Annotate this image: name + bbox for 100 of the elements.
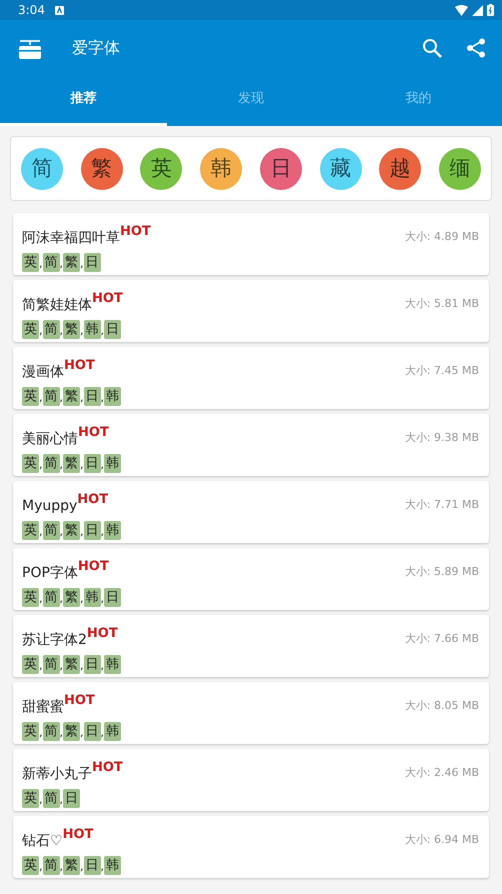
tag-separator: , (100, 524, 104, 540)
wifi-icon (455, 4, 468, 16)
language-tag: 日 (84, 722, 100, 741)
tag-separator: , (80, 456, 84, 472)
tag-separator: , (39, 322, 42, 338)
language-tag: 日 (63, 789, 80, 808)
language-button[interactable]: 日 (260, 148, 302, 190)
status-time: 3:04 (18, 2, 45, 19)
language-tag: 英 (22, 454, 39, 473)
language-tag: 简 (42, 722, 60, 741)
tab[interactable]: 推荐 (0, 75, 168, 126)
tag-separator: , (60, 590, 63, 606)
file-size: 大小: 8.05 MB (404, 698, 479, 714)
language-tag: 繁 (63, 722, 80, 741)
tag-separator: , (100, 322, 104, 338)
battery-icon (487, 4, 494, 16)
language-tag: 英 (22, 588, 39, 607)
tag-separator: , (80, 658, 84, 674)
tag-separator: , (60, 792, 63, 808)
language-tag: 韩 (104, 655, 121, 674)
language-tag: 韩 (84, 320, 100, 339)
language-tag: 日 (104, 320, 121, 339)
file-size: 大小: 5.81 MB (404, 296, 479, 312)
language-tag: 韩 (84, 588, 100, 607)
language-tag: 日 (84, 521, 100, 540)
tag-separator: , (60, 524, 63, 540)
language-tag: 简 (42, 789, 60, 808)
language-button[interactable]: 韩 (200, 148, 242, 190)
language-tag: 日 (84, 253, 100, 272)
language-button[interactable]: 藏 (320, 148, 362, 190)
language-tag: 英 (22, 320, 39, 339)
app-title: 爱字体 (72, 36, 120, 58)
tag-separator: , (39, 792, 42, 808)
file-size: 大小: 7.66 MB (404, 631, 479, 647)
tag-separator: , (60, 456, 63, 472)
language-tag: 简 (42, 655, 60, 674)
file-size: 大小: 2.46 MB (404, 765, 479, 781)
tag-separator: , (80, 724, 84, 740)
search-icon[interactable] (422, 38, 442, 58)
language-tag: 英 (22, 722, 39, 741)
file-size: 大小: 6.94 MB (404, 832, 479, 848)
language-button[interactable]: 繁 (80, 148, 123, 190)
language-tag: 英 (22, 253, 39, 272)
language-button[interactable]: 简 (21, 148, 63, 190)
tag-separator: , (60, 858, 63, 874)
language-tag: 繁 (63, 588, 80, 607)
tag-separator: , (39, 524, 42, 540)
language-tag: 繁 (63, 320, 80, 339)
file-size: 大小: 5.89 MB (404, 564, 479, 580)
language-tag: 简 (42, 521, 60, 540)
tag-separator: , (100, 858, 104, 874)
tag-separator: , (60, 390, 63, 406)
language-tag: 繁 (63, 521, 80, 540)
tag-separator: , (100, 724, 104, 740)
tag-separator: , (80, 322, 84, 338)
language-button[interactable]: 缅 (438, 148, 481, 190)
language-button[interactable]: 英 (140, 148, 182, 190)
tag-separator: , (60, 256, 63, 272)
tag-separator: , (39, 256, 42, 272)
language-tag: 繁 (63, 655, 80, 674)
tag-separator: , (39, 590, 42, 606)
language-button[interactable]: 越 (379, 148, 422, 190)
tag-separator: , (39, 724, 42, 740)
language-tag: 英 (22, 387, 39, 406)
language-tag: 繁 (63, 253, 80, 272)
language-tag: 英 (22, 655, 39, 674)
file-size: 大小: 7.45 MB (404, 363, 479, 379)
language-tag: 韩 (104, 722, 121, 741)
language-tag: 日 (84, 655, 100, 674)
tag-separator: , (100, 456, 104, 472)
language-tag: 简 (42, 454, 60, 473)
notification-icon (54, 6, 64, 14)
tag-separator: , (60, 658, 63, 674)
language-tag: 韩 (104, 387, 121, 406)
language-tag: 英 (22, 521, 39, 540)
tag-separator: , (80, 858, 84, 874)
language-tag: 简 (42, 387, 60, 406)
tag-separator: , (39, 390, 42, 406)
tag-separator: , (60, 322, 63, 338)
tag-separator: , (39, 858, 42, 874)
language-tag: 韩 (104, 454, 121, 473)
language-tag: 简 (42, 588, 60, 607)
file-size: 大小: 9.38 MB (404, 430, 479, 446)
file-size: 大小: 7.71 MB (404, 497, 479, 513)
file-size: 大小: 4.89 MB (404, 229, 479, 245)
tag-separator: , (100, 590, 104, 606)
language-tag: 繁 (63, 387, 80, 406)
language-tag: 简 (42, 320, 60, 339)
language-tag: 日 (84, 454, 100, 473)
tag-separator: , (80, 590, 84, 606)
tag-separator: , (100, 390, 104, 406)
language-tag: 繁 (63, 454, 80, 473)
tag-separator: , (60, 724, 63, 740)
tag-separator: , (39, 456, 42, 472)
language-tag: 日 (84, 387, 100, 406)
tag-separator: , (80, 390, 84, 406)
share-icon[interactable] (466, 38, 486, 58)
tag-separator: , (80, 256, 84, 272)
signal-icon (472, 4, 483, 16)
language-tag: 日 (84, 856, 100, 875)
